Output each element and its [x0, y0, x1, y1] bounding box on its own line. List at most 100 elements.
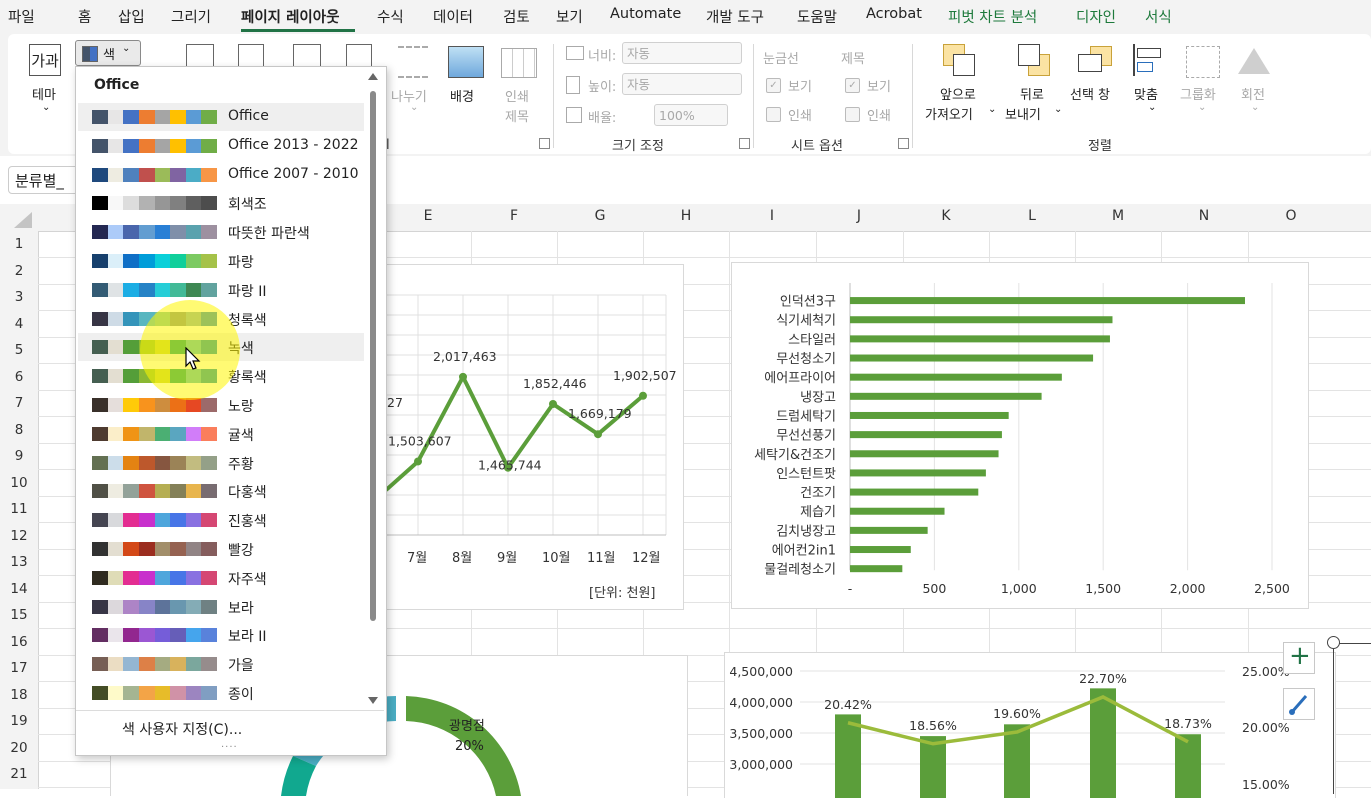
bar-chart[interactable]: 인덕션3구 식기세척기 스타일러 무선청소기 에어프라이어 냉장고 드럼세탁기 무선선풍기 세탁… — [731, 262, 1309, 609]
page-setup-launcher-icon[interactable] — [539, 138, 550, 149]
row-header-2[interactable]: 2 — [0, 263, 38, 279]
rotate-label[interactable]: 회전 — [1241, 84, 1265, 103]
gridlines-view-checkbox[interactable]: ✓ — [766, 78, 781, 93]
scale-launcher-icon[interactable] — [739, 138, 750, 149]
color-scheme-item[interactable]: 보라 II — [78, 621, 364, 649]
color-scheme-item[interactable]: 진홍색 — [78, 506, 364, 534]
scale-spinner[interactable]: 100% — [654, 104, 728, 126]
row-header-21[interactable]: 21 — [0, 766, 38, 782]
row-header-5[interactable]: 5 — [0, 342, 38, 358]
resize-grip-icon[interactable]: .... — [221, 739, 238, 750]
color-scheme-item[interactable]: 회색조 — [78, 189, 364, 217]
row-header-7[interactable]: 7 — [0, 395, 38, 411]
theme-icon[interactable]: 가과 — [29, 44, 61, 76]
menu-tab-9[interactable]: Automate — [610, 6, 681, 22]
row-header-15[interactable]: 15 — [0, 607, 38, 623]
column-header-M[interactable]: M — [1075, 208, 1161, 224]
row-header-13[interactable]: 13 — [0, 554, 38, 570]
color-scheme-item[interactable]: 파랑 — [78, 247, 364, 275]
column-header-J[interactable]: J — [816, 208, 902, 224]
headings-view-checkbox[interactable]: ✓ — [845, 78, 860, 93]
send-backward-label-2[interactable]: 보내기 — [1005, 104, 1041, 123]
menu-tab-10[interactable]: 개발 도구 — [706, 6, 764, 27]
bring-forward-label-1[interactable]: 앞으로 — [940, 84, 976, 103]
color-scheme-item[interactable]: Office — [78, 103, 364, 131]
scroll-thumb[interactable] — [370, 91, 376, 621]
row-header-1[interactable]: 1 — [0, 236, 38, 252]
column-header-H[interactable]: H — [643, 208, 729, 224]
scroll-down-icon[interactable] — [368, 697, 378, 704]
column-header-F[interactable]: F — [471, 208, 557, 224]
row-header-14[interactable]: 14 — [0, 581, 38, 597]
menu-tab-1[interactable]: 홈 — [78, 6, 91, 27]
color-scheme-item[interactable]: 주황 — [78, 449, 364, 477]
color-scheme-item[interactable]: 노랑 — [78, 391, 364, 419]
gridlines-print-checkbox[interactable] — [766, 107, 781, 122]
menu-tab-3[interactable]: 그리기 — [171, 6, 211, 27]
row-header-18[interactable]: 18 — [0, 687, 38, 703]
row-header-20[interactable]: 20 — [0, 740, 38, 756]
theme-button-label[interactable]: 테마 — [32, 84, 56, 103]
column-header-G[interactable]: G — [557, 208, 643, 224]
menu-tab-14[interactable]: 디자인 — [1076, 6, 1116, 27]
combo-chart[interactable]: 4,500,000 4,000,000 3,500,000 3,000,000 25.0… — [724, 652, 1336, 798]
column-header-O[interactable]: O — [1248, 208, 1334, 224]
height-dropdown[interactable]: 자동 — [622, 73, 742, 95]
row-header-3[interactable]: 3 — [0, 289, 38, 305]
headings-print-checkbox[interactable] — [845, 107, 860, 122]
row-header-6[interactable]: 6 — [0, 369, 38, 385]
menu-tab-7[interactable]: 검토 — [503, 6, 530, 27]
color-scheme-item[interactable]: Office 2013 - 2022 — [78, 132, 364, 160]
width-dropdown[interactable]: 자동 — [622, 42, 742, 64]
color-scheme-item[interactable]: 가을 — [78, 650, 364, 678]
chart-elements-button[interactable]: + — [1283, 641, 1315, 674]
print-titles-label-1[interactable]: 인쇄 — [505, 86, 529, 105]
colors-button[interactable]: 색 ⌄ — [75, 40, 141, 66]
resize-handle[interactable] — [1327, 636, 1340, 649]
column-header-K[interactable]: K — [903, 208, 989, 224]
row-header-8[interactable]: 8 — [0, 422, 38, 438]
row-header-11[interactable]: 11 — [0, 501, 38, 517]
color-scheme-item[interactable]: 귤색 — [78, 420, 364, 448]
color-scheme-item[interactable]: 따뜻한 파란색 — [78, 218, 364, 246]
column-header-L[interactable]: L — [989, 208, 1075, 224]
bring-forward-label-2[interactable]: 가져오기 — [925, 104, 973, 123]
menu-tab-8[interactable]: 보기 — [556, 6, 583, 27]
group-label[interactable]: 그룹화 — [1180, 84, 1216, 103]
sheet-options-launcher-icon[interactable] — [898, 138, 909, 149]
background-label[interactable]: 배경 — [450, 86, 474, 105]
color-scheme-item[interactable]: 자주색 — [78, 564, 364, 592]
color-scheme-item[interactable]: 다홍색 — [78, 477, 364, 505]
menu-tab-5[interactable]: 수식 — [377, 6, 404, 27]
align-label[interactable]: 맞춤 — [1134, 84, 1158, 103]
column-header-N[interactable]: N — [1161, 208, 1247, 224]
selection-pane-label[interactable]: 선택 창 — [1070, 84, 1110, 103]
customize-colors-item[interactable]: 색 사용자 지정(C)... — [122, 719, 242, 739]
select-all-corner[interactable] — [14, 212, 32, 228]
column-header-I[interactable]: I — [729, 208, 815, 224]
row-header-4[interactable]: 4 — [0, 316, 38, 332]
column-header-E[interactable]: E — [385, 208, 471, 224]
menu-tab-2[interactable]: 삽입 — [118, 6, 145, 27]
color-scheme-item[interactable]: 파랑 II — [78, 276, 364, 304]
color-scheme-item[interactable]: 보라 — [78, 593, 364, 621]
send-backward-label-1[interactable]: 뒤로 — [1020, 84, 1044, 103]
menu-tab-11[interactable]: 도움말 — [797, 6, 837, 27]
menu-tab-13[interactable]: 피벗 차트 분석 — [948, 6, 1037, 27]
color-scheme-item[interactable]: Office 2007 - 2010 — [78, 161, 364, 189]
row-header-19[interactable]: 19 — [0, 713, 38, 729]
row-header-12[interactable]: 12 — [0, 528, 38, 544]
dropdown-scrollbar[interactable] — [367, 73, 379, 705]
breaks-label[interactable]: 나누기 — [391, 86, 427, 105]
row-header-10[interactable]: 10 — [0, 475, 38, 491]
menu-tab-12[interactable]: Acrobat — [866, 6, 922, 22]
color-scheme-item[interactable]: 빨강 — [78, 535, 364, 563]
scroll-up-icon[interactable] — [368, 73, 378, 80]
background-icon[interactable] — [448, 46, 484, 78]
menu-tab-6[interactable]: 데이터 — [433, 6, 473, 27]
menu-tab-0[interactable]: 파일 — [8, 6, 35, 27]
row-header-9[interactable]: 9 — [0, 448, 38, 464]
row-header-17[interactable]: 17 — [0, 660, 38, 676]
color-scheme-item[interactable]: 종이 — [78, 679, 364, 707]
menu-tab-4[interactable]: 페이지 레이아웃 — [241, 6, 339, 27]
